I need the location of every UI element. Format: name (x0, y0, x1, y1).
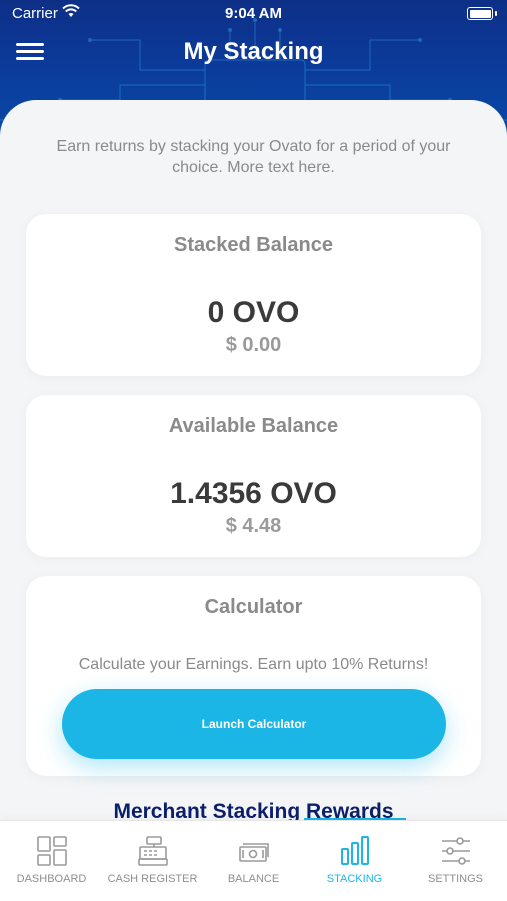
nav-item-balance[interactable]: BALANCE (203, 821, 304, 901)
status-time: 9:04 AM (225, 5, 282, 22)
calculator-card: Calculator Calculate your Earnings. Earn… (26, 576, 481, 776)
content-sheet: Earn returns by stacking your Ovato for … (0, 100, 507, 823)
nav-label-dashboard: DASHBOARD (16, 873, 87, 885)
stacking-icon (340, 836, 369, 865)
intro-text: Earn returns by stacking your Ovato for … (56, 138, 451, 176)
available-balance-amount: 1.4356 OVO (170, 477, 337, 510)
launch-calculator-button[interactable]: Launch Calculator (62, 689, 446, 759)
page-title: My Stacking (183, 38, 324, 65)
stacked-balance-card: Stacked Balance 0 OVO $ 0.00 (26, 214, 481, 376)
nav-item-cash-register[interactable]: CASH REGISTER (102, 821, 203, 901)
balance-icon (238, 843, 269, 862)
nav-label-cash-register: CASH REGISTER (107, 873, 198, 885)
nav-label-stacking: STACKING (326, 873, 383, 885)
stacked-balance-usd: $ 0.00 (225, 334, 282, 356)
calculator-title: Calculator (204, 596, 303, 618)
settings-icon (441, 837, 470, 865)
nav-item-stacking[interactable]: STACKING (304, 821, 405, 901)
stacked-balance-title: Stacked Balance (174, 234, 333, 256)
available-balance-title: Available Balance (168, 415, 339, 437)
cash-register-icon (137, 836, 168, 866)
bottom-nav: DASHBOARD CASH REGISTER BALANCE STACKING (0, 820, 507, 901)
nav-label-settings: SETTINGS (427, 873, 483, 885)
available-balance-usd: $ 4.48 (225, 515, 282, 537)
stacked-balance-amount: 0 OVO (207, 296, 300, 329)
dashboard-icon (36, 836, 67, 866)
nav-item-dashboard[interactable]: DASHBOARD (1, 821, 102, 901)
nav-item-settings[interactable]: SETTINGS (405, 821, 506, 901)
calculator-description: Calculate your Earnings. Earn upto 10% R… (78, 656, 429, 673)
nav-label-balance: BALANCE (227, 873, 280, 885)
status-bar: Carrier 9:04 AM (0, 0, 507, 28)
battery-icon (467, 7, 497, 20)
available-balance-card: Available Balance 1.4356 OVO $ 4.48 (26, 395, 481, 557)
